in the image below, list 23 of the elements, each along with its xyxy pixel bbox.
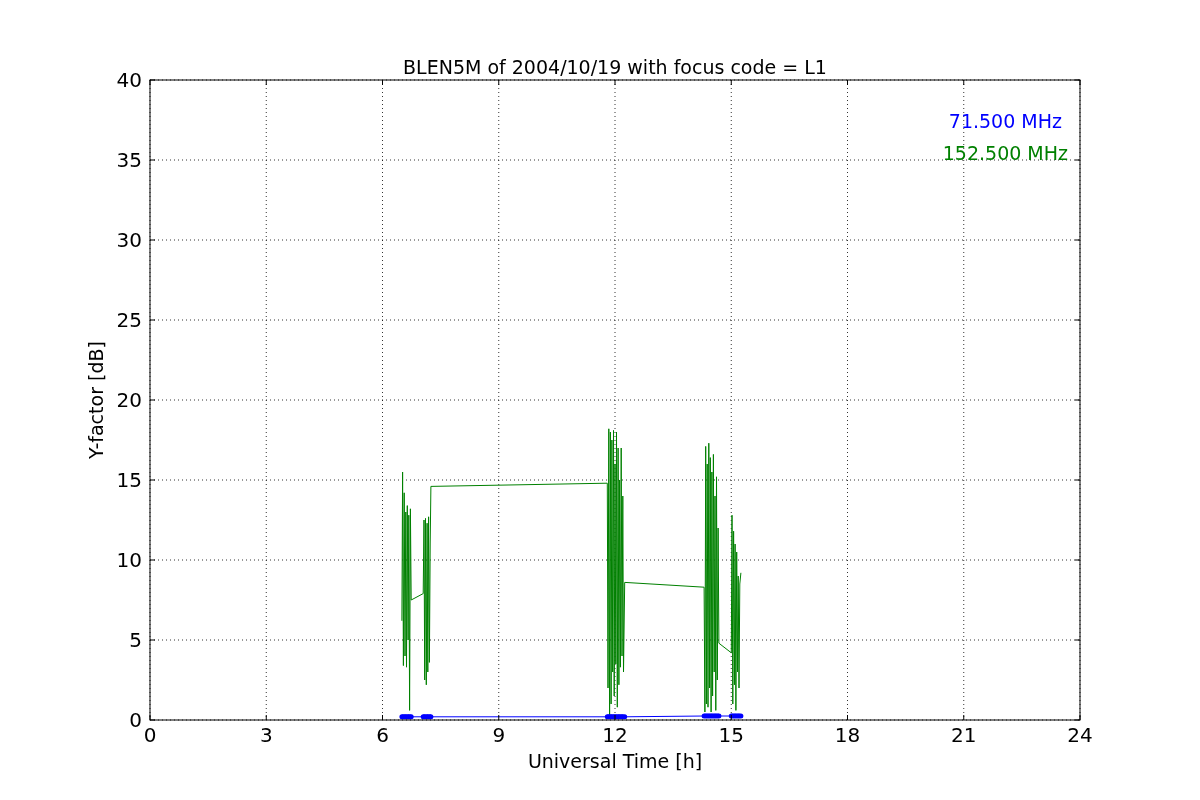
x-tick-label: 24 — [1067, 723, 1093, 747]
y-tick-label: 5 — [129, 628, 142, 652]
x-tick-label: 6 — [376, 723, 389, 747]
x-tick-label: 15 — [718, 723, 744, 747]
y-axis-label: Y-factor [dB] — [85, 341, 107, 459]
x-tick-label: 12 — [602, 723, 628, 747]
x-tick-label: 18 — [834, 723, 861, 747]
y-tick-label: 25 — [116, 308, 142, 332]
x-tick-label: 21 — [951, 723, 977, 747]
y-tick-label: 40 — [116, 68, 142, 92]
y-tick-label: 15 — [116, 468, 142, 492]
y-tick-label: 20 — [116, 388, 142, 412]
legend-label: 152.500 MHz — [942, 142, 1068, 164]
y-tick-label: 10 — [116, 548, 142, 572]
y-tick-label: 35 — [116, 148, 142, 172]
y-tick-label: 0 — [129, 708, 142, 732]
x-axis-label: Universal Time [h] — [527, 750, 703, 772]
y-tick-label: 30 — [116, 228, 142, 252]
x-tick-label: 9 — [492, 723, 506, 747]
x-tick-label: 0 — [143, 723, 157, 747]
legend-label: 71.500 MHz — [948, 110, 1062, 132]
x-tick-label: 3 — [259, 723, 273, 747]
chart-title: BLEN5M of 2004/10/19 with focus code = L1 — [403, 56, 827, 78]
